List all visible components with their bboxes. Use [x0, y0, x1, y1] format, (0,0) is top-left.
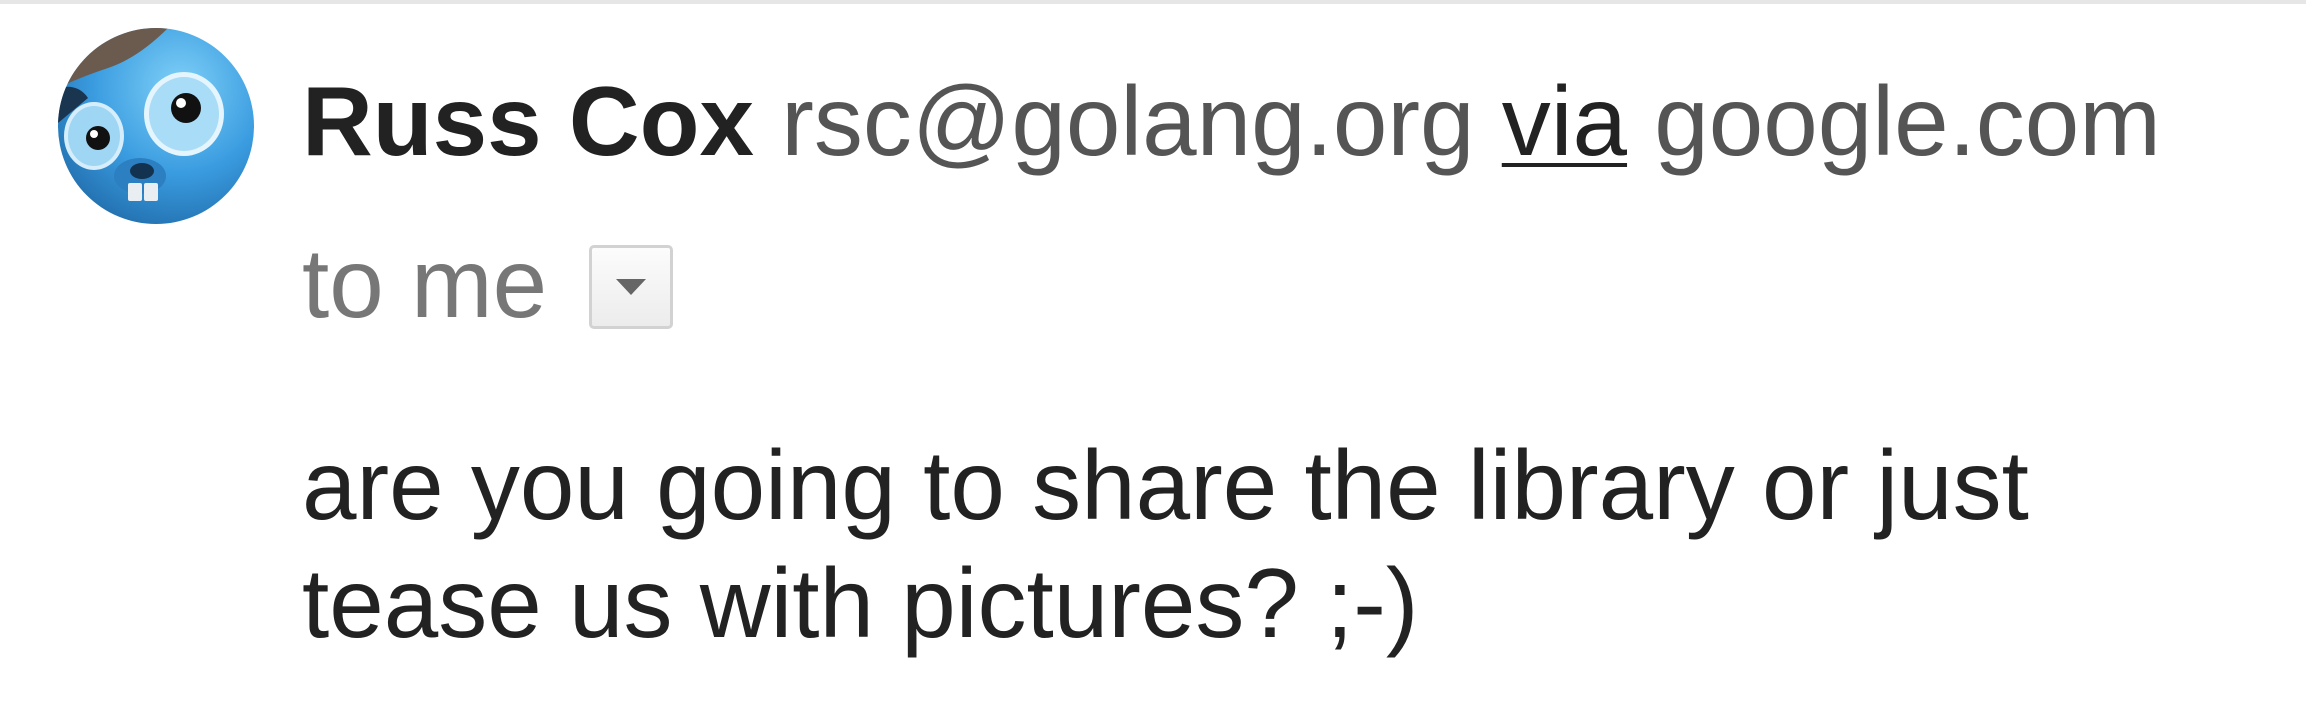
- recipient-label: to me: [302, 228, 548, 338]
- caret-down-icon: [616, 279, 647, 295]
- sender-avatar[interactable]: [58, 28, 254, 224]
- via-link[interactable]: via: [1502, 66, 1627, 176]
- sender-header: Russ Cox rsc@golang.org via google.com: [302, 62, 2161, 180]
- gopher-avatar-icon: [58, 28, 254, 224]
- via-domain: google.com: [1654, 66, 2161, 176]
- sender-name[interactable]: Russ Cox: [302, 66, 754, 176]
- message-body: are you going to share the library or ju…: [302, 430, 2029, 658]
- recipient-line: to me: [302, 224, 674, 342]
- top-divider: [0, 0, 2306, 4]
- show-details-button[interactable]: [589, 245, 674, 329]
- sender-email: rsc@golang.org: [781, 66, 1475, 176]
